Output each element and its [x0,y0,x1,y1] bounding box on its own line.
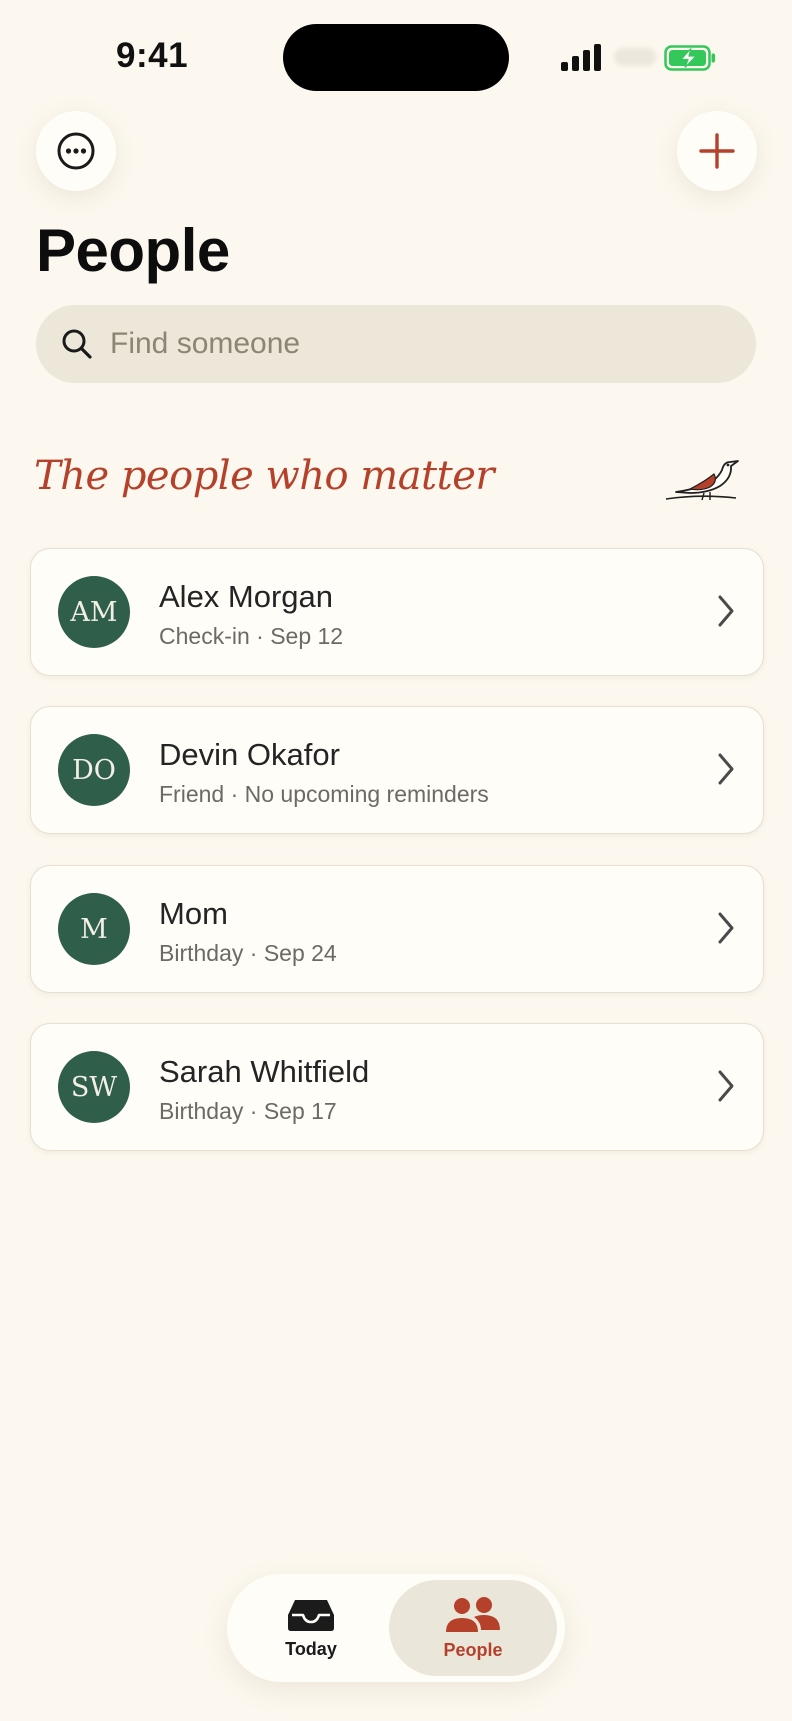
section-tagline: The people who matter [34,453,495,499]
person-detail: Friend · No upcoming reminders [159,781,489,807]
person-name: Mom [159,896,228,931]
chevron-right-icon [718,753,734,785]
person-name: Alex Morgan [159,579,334,614]
plus-icon [699,133,735,169]
tab-today[interactable]: Today [227,1580,395,1676]
avatar: SW [58,1051,130,1123]
avatar: M [58,893,130,965]
tab-bar: Today People [227,1574,565,1682]
person-card[interactable]: AM Alex Morgan Check-in · Sep 12 [30,548,764,676]
search-icon [62,329,92,359]
person-detail: Birthday · Sep 24 [159,940,337,966]
people-icon [446,1596,500,1632]
inbox-tray-icon [288,1599,334,1631]
tab-label: People [443,1639,503,1660]
dynamic-island [283,24,509,91]
person-card[interactable]: DO Devin Okafor Friend · No upcoming rem… [30,706,764,834]
more-options-button[interactable] [36,111,116,191]
person-card[interactable]: M Mom Birthday · Sep 24 [30,865,764,993]
carrier-indicator [614,48,656,66]
person-detail: Birthday · Sep 17 [159,1098,337,1124]
page-title: People [36,217,230,284]
person-detail: Check-in · Sep 12 [159,623,344,649]
person-name: Devin Okafor [159,737,340,772]
avatar: AM [58,576,130,648]
person-name: Sarah Whitfield [159,1054,370,1089]
chevron-right-icon [718,1070,734,1102]
search-bar[interactable] [36,305,756,383]
avatar: DO [58,734,130,806]
add-person-button[interactable] [677,111,757,191]
bird-icon [665,460,739,501]
status-time: 9:41 [116,36,189,75]
person-card[interactable]: SW Sarah Whitfield Birthday · Sep 17 [30,1023,764,1151]
tab-label: Today [285,1638,337,1659]
battery-charging-icon [664,45,715,71]
chevron-right-icon [718,595,734,627]
tab-people[interactable]: People [389,1580,557,1676]
search-input[interactable] [108,326,712,362]
cellular-signal-icon [561,44,603,71]
chevron-right-icon [718,912,734,944]
ellipsis-circle-icon [57,132,95,170]
